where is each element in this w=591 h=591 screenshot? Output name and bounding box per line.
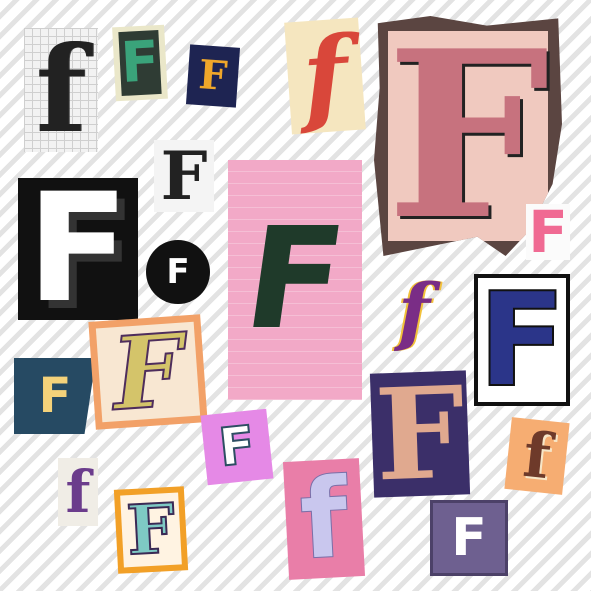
letter-glyph: f (35, 20, 87, 159)
letter-cutout-lilac-F: F (200, 408, 274, 486)
letter-glyph: f (296, 453, 352, 585)
letter-glyph: F (197, 51, 229, 100)
letter-glyph: f (298, 12, 352, 139)
letter-glyph: f (519, 417, 555, 494)
letter-cutout-green-F: F (112, 24, 168, 102)
letter-cutout-grunge-F: F (154, 140, 214, 212)
letter-cutout-varsity-F: F (474, 274, 570, 406)
letter-cutout-navy-orange-F: F (185, 44, 241, 108)
letter-glyph: f (65, 458, 91, 526)
letter-glyph: F (119, 29, 161, 96)
letter-cutout-khaki-script-F: F (88, 310, 208, 435)
letter-glyph: f (398, 269, 430, 355)
letter-glyph: F (372, 358, 468, 510)
letter-glyph: F (38, 368, 72, 424)
letter-cutout-teal-F: F (14, 358, 96, 434)
letter-glyph: F (107, 310, 188, 435)
letter-cutout-brown-f: f (504, 417, 570, 495)
letter-glyph: F (124, 488, 178, 572)
letter-glyph: F (160, 137, 208, 215)
letter-cutout-purple-script-f: f (386, 272, 442, 352)
letter-cutout-orange-teal-F: F (113, 486, 189, 574)
letter-cutout-purple-f: f (58, 458, 98, 526)
letter-cutout-grid-black-f: f (24, 28, 98, 152)
letter-cutout-circle-F: F (146, 240, 210, 304)
letter-cutout-pink-paper-F: F (228, 160, 362, 400)
letter-cutout-grey-F: F (430, 500, 508, 576)
letter-glyph: F (477, 264, 568, 416)
letter-glyph: F (166, 252, 190, 292)
letter-cutout-pink-small-F: F (526, 198, 570, 266)
letter-cutout-block-white-F: F (18, 174, 138, 324)
letter-glyph: F (235, 198, 355, 361)
letter-glyph: F (528, 198, 568, 266)
letter-cutout-lavender-f: f (282, 453, 366, 585)
letter-glyph: F (215, 414, 259, 479)
letter-glyph: F (26, 162, 130, 336)
letter-glyph: F (451, 508, 487, 568)
letter-cutout-cream-red-f: f (284, 12, 366, 139)
letter-cutout-violet-F: F (369, 358, 471, 510)
